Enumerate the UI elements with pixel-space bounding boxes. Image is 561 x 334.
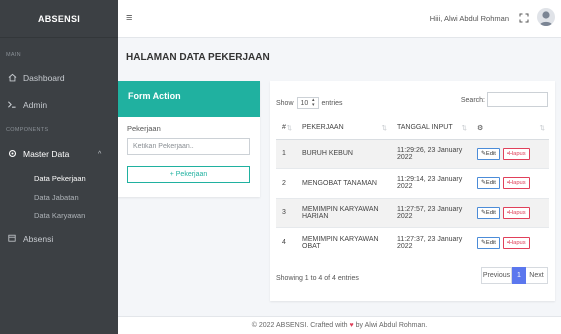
sidebar-item-admin[interactable]: Admin	[0, 97, 118, 113]
data-table-card: Show 10 ▴ ▾ entries Search: # ⇅ PEKERJAAN ⇅…	[270, 81, 555, 301]
cell-no: 3	[276, 197, 296, 228]
table-row: 1 BURUH KEBUN 11:29:26, 23 January 2022 …	[276, 138, 549, 169]
table-info: Showing 1 to 4 of 4 entries	[276, 275, 359, 282]
delete-button[interactable]: ▪ Hapus	[502, 177, 530, 190]
edit-button[interactable]: ✎ Edit	[477, 206, 500, 219]
entries-label: entries	[321, 99, 343, 107]
sidebar-subitem-data-jabatan[interactable]: Data Jabatan	[0, 191, 118, 204]
sort-icon: ⇅	[381, 125, 387, 133]
brand-logo[interactable]: ABSENSI	[0, 0, 118, 38]
select-arrows-icon: ▴ ▾	[312, 97, 315, 108]
entries-value: 10	[300, 99, 309, 107]
sidebar-subitem-data-karyawan[interactable]: Data Karyawan	[0, 209, 118, 222]
search-label: Search:	[460, 97, 485, 104]
chevron-up-icon: ^	[98, 150, 102, 158]
show-label: Show	[276, 99, 294, 107]
gear-icon	[6, 149, 18, 160]
calendar-icon	[6, 234, 18, 244]
cell-tanggal: 11:27:57, 23 January 2022	[391, 197, 471, 228]
gear-icon: ⚙	[477, 124, 484, 132]
entries-length-control: Show 10 ▴ ▾ entries	[276, 97, 343, 109]
sort-icon: ⇅	[461, 125, 467, 133]
edit-button[interactable]: ✎ Edit	[477, 177, 500, 190]
top-navbar: ≡ Hiii, Alwi Abdul Rohman	[118, 0, 561, 38]
edit-button[interactable]: ✎ Edit	[477, 236, 500, 249]
pekerjaan-table: # ⇅ PEKERJAAN ⇅ TANGGAL INPUT ⇅ ⚙ ⇅ 1 BURUH …	[276, 117, 549, 257]
footer-text-prefix: © 2022 ABSENSI. Crafted with	[251, 322, 348, 329]
sidebar-item-absensi[interactable]: Absensi	[0, 231, 118, 247]
delete-button[interactable]: ▪ Hapus	[502, 236, 530, 249]
column-header-pekerjaan[interactable]: PEKERJAAN ⇅	[296, 117, 391, 140]
footer-text-suffix: by Alwi Abdul Rohman.	[355, 322, 428, 329]
cell-tanggal: 11:29:14, 23 January 2022	[391, 168, 471, 198]
sort-icon: ⇅	[539, 124, 545, 132]
hamburger-icon[interactable]: ≡	[126, 12, 132, 24]
search-input[interactable]	[487, 92, 548, 107]
page-title: HALAMAN DATA PEKERJAAN	[126, 52, 270, 63]
pagination: Previous 1 Next	[481, 267, 548, 284]
pagination-previous[interactable]: Previous	[481, 267, 512, 284]
cell-pekerjaan: MEMIMPIN KARYAWAN HARIAN	[296, 197, 391, 228]
cell-pekerjaan: BURUH KEBUN	[296, 138, 391, 169]
admin-icon	[6, 100, 18, 111]
delete-button[interactable]: ▪ Hapus	[502, 147, 530, 160]
pekerjaan-label: Pekerjaan	[127, 124, 161, 133]
cell-tanggal: 11:27:37, 23 January 2022	[391, 227, 471, 257]
cell-tanggal: 11:29:26, 23 January 2022	[391, 138, 471, 169]
cell-no: 4	[276, 227, 296, 257]
pekerjaan-input[interactable]	[127, 138, 250, 155]
user-greeting[interactable]: Hiii, Alwi Abdul Rohman	[430, 14, 509, 23]
sidebar-item-label: Dashboard	[23, 73, 65, 83]
pagination-page-1[interactable]: 1	[512, 267, 526, 284]
column-header-tanggal[interactable]: TANGGAL INPUT ⇅	[391, 117, 471, 140]
form-card-title: Form Action	[118, 81, 260, 117]
add-pekerjaan-button[interactable]: + Pekerjaan	[127, 166, 250, 183]
cell-no: 1	[276, 138, 296, 169]
sidebar: ABSENSI MAIN Dashboard Admin COMPONENTS …	[0, 0, 118, 334]
entries-select[interactable]: 10 ▴ ▾	[296, 97, 319, 109]
cell-pekerjaan: MEMIMPIN KARYAWAN OBAT	[296, 227, 391, 257]
section-label-components: COMPONENTS	[6, 127, 49, 133]
cell-no: 2	[276, 168, 296, 198]
column-header-no[interactable]: # ⇅	[276, 117, 296, 140]
sidebar-item-label: Master Data	[23, 149, 70, 159]
section-label-main: MAIN	[6, 52, 21, 58]
table-row: 3 MEMIMPIN KARYAWAN HARIAN 11:27:57, 23 …	[276, 197, 549, 228]
sidebar-item-dashboard[interactable]: Dashboard	[0, 70, 118, 86]
form-action-card: Form Action Pekerjaan + Pekerjaan	[118, 81, 260, 197]
cell-pekerjaan: MENGOBAT TANAMAN	[296, 168, 391, 198]
pagination-next[interactable]: Next	[526, 267, 548, 284]
sort-icon: ⇅	[286, 125, 292, 133]
footer: © 2022 ABSENSI. Crafted with ♥ by Alwi A…	[118, 316, 561, 334]
delete-button[interactable]: ▪ Hapus	[502, 206, 530, 219]
heart-icon: ♥	[349, 322, 354, 329]
avatar[interactable]	[537, 8, 555, 26]
home-icon	[6, 73, 18, 84]
column-header-actions[interactable]: ⚙ ⇅	[471, 117, 549, 140]
table-row: 2 MENGOBAT TANAMAN 11:29:14, 23 January …	[276, 168, 549, 198]
table-row: 4 MEMIMPIN KARYAWAN OBAT 11:27:37, 23 Ja…	[276, 227, 549, 257]
fullscreen-icon[interactable]	[519, 13, 529, 23]
sidebar-subitem-data-pekerjaan[interactable]: Data Pekerjaan	[0, 172, 118, 185]
edit-button[interactable]: ✎ Edit	[477, 147, 500, 160]
table-header-row: # ⇅ PEKERJAAN ⇅ TANGGAL INPUT ⇅ ⚙ ⇅	[276, 117, 549, 140]
sidebar-item-master-data[interactable]: Master Data ^	[0, 146, 118, 162]
sidebar-item-label: Admin	[23, 100, 48, 110]
sidebar-item-label: Absensi	[23, 234, 54, 244]
